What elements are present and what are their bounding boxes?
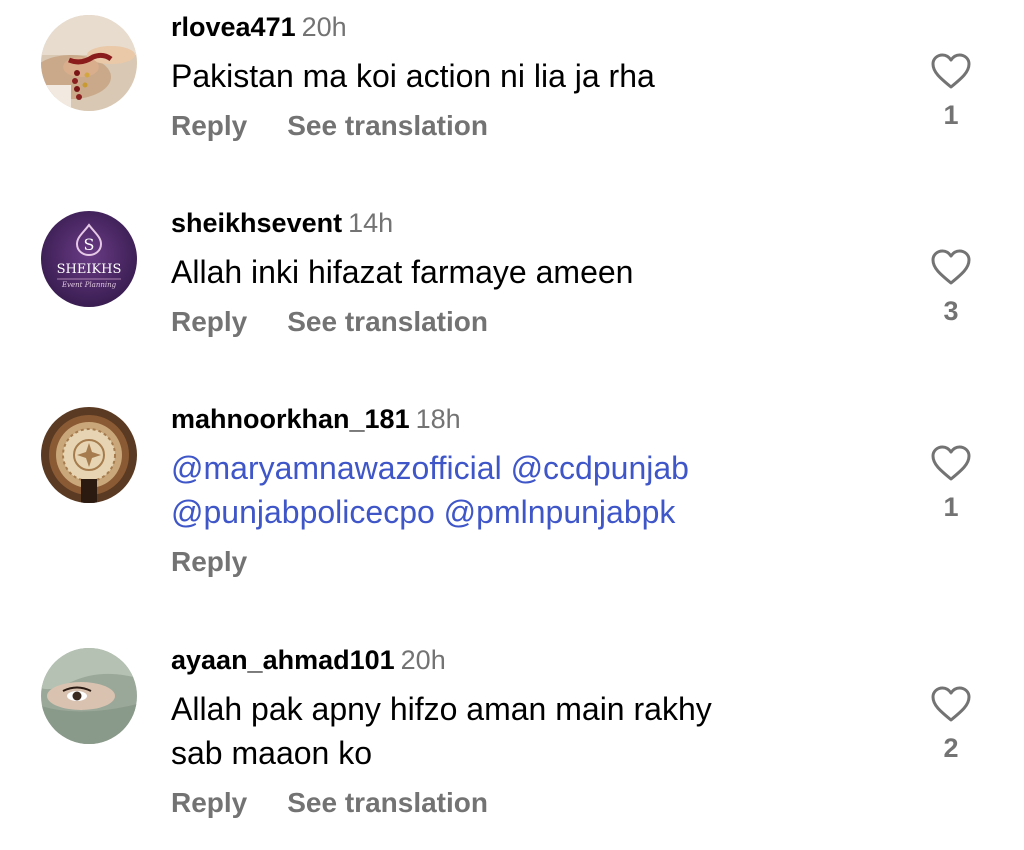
timestamp: 14h xyxy=(348,208,394,238)
username[interactable]: rlovea471 xyxy=(171,12,296,42)
like-control: 2 xyxy=(928,685,974,765)
comment-header: rlovea471 20h xyxy=(171,10,904,44)
logo-name: SHEIKHS xyxy=(57,262,122,277)
timestamp: 20h xyxy=(400,645,446,675)
avatar-sheikhs-logo-icon: S SHEIKHS Event Planning xyxy=(41,211,137,307)
comment-actions: Reply See translation xyxy=(171,104,904,148)
avatar-veiled-face-icon xyxy=(41,648,137,744)
avatar-ornament-icon xyxy=(41,407,137,503)
reply-button[interactable]: Reply xyxy=(171,546,247,577)
comment-text: @maryamnawazofficial @ccdpunjab @punjabp… xyxy=(171,446,904,534)
like-control: 1 xyxy=(928,444,974,524)
logo-tagline: Event Planning xyxy=(61,281,117,289)
mention-line: @punjabpolicecpo @pmlnpunjabpk xyxy=(171,490,904,534)
avatar[interactable] xyxy=(41,648,137,744)
comment-header: mahnoorkhan_181 18h xyxy=(171,402,904,436)
like-count: 3 xyxy=(943,296,959,326)
comment-text-line: Allah pak apny hifzo aman main rakhy xyxy=(171,691,712,727)
username[interactable]: sheikhsevent xyxy=(171,208,342,238)
avatar[interactable]: S SHEIKHS Event Planning xyxy=(41,211,137,307)
reply-button[interactable]: Reply xyxy=(171,110,247,141)
mention-link[interactable]: @punjabpolicecpo xyxy=(171,494,435,530)
heart-outline-icon[interactable] xyxy=(930,444,972,482)
reply-button[interactable]: Reply xyxy=(171,306,247,337)
like-count: 1 xyxy=(943,492,959,522)
username[interactable]: mahnoorkhan_181 xyxy=(171,404,410,434)
mention-link[interactable]: @maryamnawazofficial xyxy=(171,450,502,486)
comment-text: Allah inki hifazat farmaye ameen xyxy=(171,250,904,294)
timestamp: 18h xyxy=(415,404,461,434)
like-control: 3 xyxy=(928,248,974,328)
avatar-hands-icon xyxy=(41,15,137,111)
reply-button[interactable]: Reply xyxy=(171,787,247,818)
heart-outline-icon[interactable] xyxy=(930,685,972,723)
mention-line: @maryamnawazofficial @ccdpunjab xyxy=(171,446,904,490)
comment-actions: Reply xyxy=(171,540,904,584)
mention-link[interactable]: @pmlnpunjabpk xyxy=(444,494,676,530)
logo-letter: S xyxy=(84,235,95,254)
comment-text-line: Pakistan ma koi action ni lia ja rha xyxy=(171,58,655,94)
comment-text: Allah pak apny hifzo aman main rakhy sab… xyxy=(171,687,904,775)
avatar[interactable] xyxy=(41,15,137,111)
avatar[interactable] xyxy=(41,407,137,503)
comment-text-line: sab maaon ko xyxy=(171,735,373,771)
mention-link[interactable]: @ccdpunjab xyxy=(511,450,689,486)
username[interactable]: ayaan_ahmad101 xyxy=(171,645,395,675)
comment-text: Pakistan ma koi action ni lia ja rha xyxy=(171,54,904,98)
comment-actions: Reply See translation xyxy=(171,300,904,344)
see-translation-button[interactable]: See translation xyxy=(287,110,488,141)
comment-actions: Reply See translation xyxy=(171,781,904,825)
like-control: 1 xyxy=(928,52,974,132)
like-count: 1 xyxy=(943,100,959,130)
heart-outline-icon[interactable] xyxy=(930,248,972,286)
comment-header: ayaan_ahmad101 20h xyxy=(171,643,904,677)
see-translation-button[interactable]: See translation xyxy=(287,787,488,818)
heart-outline-icon[interactable] xyxy=(930,52,972,90)
timestamp: 20h xyxy=(301,12,347,42)
like-count: 2 xyxy=(943,733,959,763)
comment-header: sheikhsevent 14h xyxy=(171,206,904,240)
comment-text-line: Allah inki hifazat farmaye ameen xyxy=(171,254,634,290)
see-translation-button[interactable]: See translation xyxy=(287,306,488,337)
